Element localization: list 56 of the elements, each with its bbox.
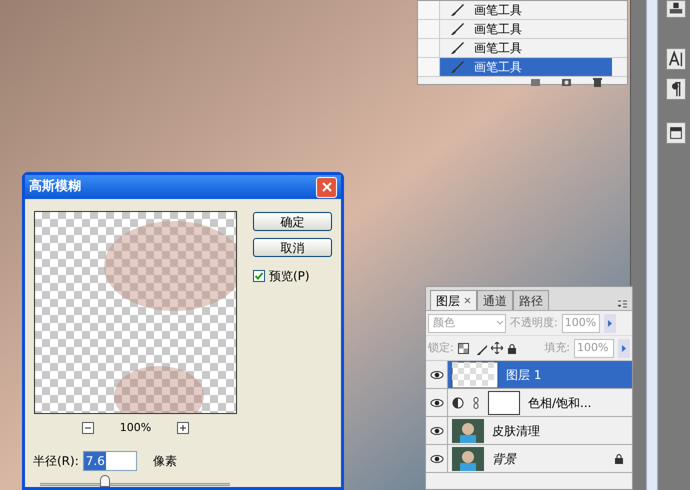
slider-thumb[interactable] — [100, 474, 110, 486]
brush-icon — [448, 1, 466, 19]
layer-thumbnail — [452, 418, 484, 442]
layer-thumbnail — [452, 362, 498, 388]
history-item[interactable]: 画笔工具 — [440, 58, 612, 76]
menu-icon[interactable] — [617, 299, 628, 309]
paragraph-icon[interactable] — [666, 78, 686, 100]
snapshot-icon[interactable] — [530, 78, 541, 87]
history-item[interactable]: 画笔工具 — [440, 39, 612, 57]
mask-thumbnail — [488, 390, 520, 414]
character-icon[interactable] — [666, 48, 686, 70]
check-icon — [254, 271, 264, 281]
layer-item[interactable]: 图层 1 — [448, 361, 632, 388]
layer-item[interactable]: 背景 — [448, 445, 632, 472]
zoom-out-icon[interactable] — [82, 422, 94, 434]
panel-tab[interactable]: 路径 — [513, 290, 549, 310]
trash-icon[interactable] — [592, 78, 603, 87]
brush-icon — [448, 39, 466, 57]
transparency-lock-icon[interactable] — [458, 342, 469, 354]
adjustment-icon — [452, 396, 464, 408]
camera-icon[interactable] — [561, 78, 572, 87]
fill-label: 填充: — [544, 340, 570, 356]
eye-icon[interactable] — [430, 398, 444, 408]
close-icon — [320, 181, 332, 193]
panel-icon[interactable] — [666, 122, 686, 144]
eye-icon[interactable] — [430, 426, 444, 436]
unit-label: 像素 — [152, 452, 177, 470]
preview-checkbox[interactable] — [253, 270, 265, 282]
radius-slider[interactable] — [40, 474, 230, 488]
zoom-level: 100% — [120, 420, 152, 436]
layer-item[interactable]: 皮肤清理 — [448, 417, 632, 444]
preview-label: 预览(P) — [269, 268, 310, 285]
panel-tab[interactable]: 通道 — [477, 290, 513, 310]
eye-icon[interactable] — [430, 370, 444, 380]
brush-icon — [448, 20, 466, 38]
radius-field[interactable]: 7.6 — [82, 450, 137, 470]
eye-icon[interactable] — [430, 454, 444, 464]
history-item[interactable]: 画笔工具 — [440, 1, 612, 19]
brush-icon — [448, 58, 466, 76]
close-icon[interactable] — [464, 297, 471, 304]
history-item[interactable]: 画笔工具 — [440, 20, 612, 38]
dialog-button[interactable]: 确定 — [253, 212, 332, 231]
radius-label: 半径(R): — [33, 452, 79, 470]
lock-label: 锁定: — [428, 340, 454, 356]
layer-item[interactable]: 色相/饱和... — [448, 389, 632, 416]
dialog-button[interactable]: 取消 — [253, 238, 332, 257]
zoom-in-icon[interactable] — [177, 422, 190, 434]
close-button[interactable] — [316, 176, 337, 198]
link-icon — [472, 396, 480, 408]
layer-thumbnail — [452, 446, 484, 470]
opacity-label: 不透明度: — [510, 314, 558, 331]
move-icon[interactable] — [490, 342, 503, 354]
lock-icon[interactable] — [506, 342, 517, 354]
stamp-icon[interactable] — [666, 0, 686, 18]
panel-tab[interactable]: 图层 — [430, 290, 477, 310]
dialog-title: 高斯模糊 — [29, 178, 81, 196]
